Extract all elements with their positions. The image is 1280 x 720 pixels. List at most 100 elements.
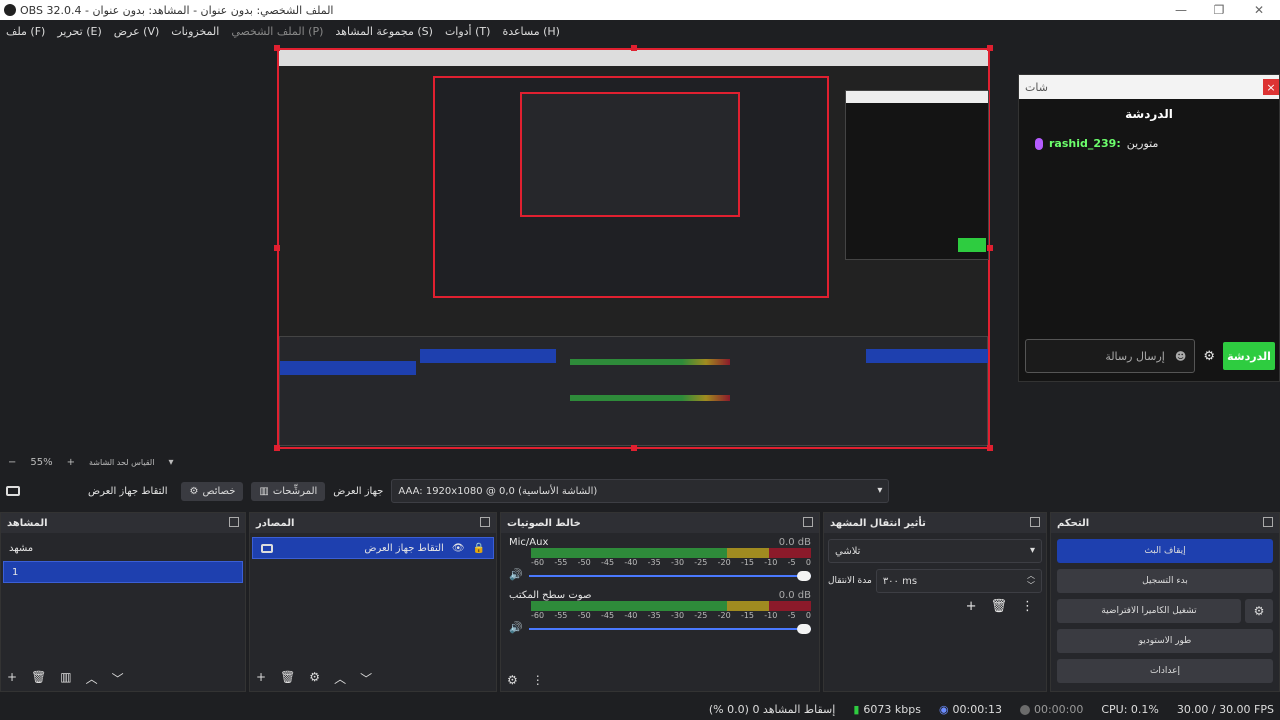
menu-file[interactable]: ملف (F) [6,25,45,38]
tick: -10 [764,558,778,567]
settings-button[interactable]: إعدادات [1057,659,1273,683]
gear-icon: ⚙ [189,485,199,497]
zoom-in-button[interactable]: + [67,457,75,468]
eye-icon[interactable]: 👁 [452,543,465,554]
volume-meter [531,601,811,611]
menu-edit[interactable]: تحرير (E) [57,25,101,38]
speaker-icon[interactable]: 🔊 [509,568,523,581]
filter-icon[interactable]: ▥ [60,670,71,687]
emoji-icon[interactable]: ☻ [1175,350,1186,363]
obs-logo-icon [4,4,16,16]
undock-icon[interactable] [1263,517,1273,527]
properties-label: خصائص [202,485,236,497]
resize-handle-t[interactable] [631,45,637,51]
transition-select[interactable]: تلاشي ▾ [828,539,1042,563]
virtual-camera-row: تشغيل الكاميرا الافتراضية ⚙ [1057,599,1273,623]
scene-item[interactable]: مشهد [1,537,245,559]
display-label: جهاز العرض [333,485,384,497]
trash-icon[interactable]: 🗑 [31,670,46,687]
undock-icon[interactable] [229,517,239,527]
mixer-dock: خالط الصوتيات Mic/Aux 0.0 dB -60 -55 -50 -4… [500,512,820,692]
move-down-icon[interactable]: ﹀ [360,670,372,687]
tick: -20 [717,611,731,620]
advanced-audio-icon[interactable]: ⚙ [507,673,518,687]
zoom-bar: − 55% + القياس لحد الشاشة ▾ [0,454,1280,470]
trash-icon[interactable]: 🗑 [280,670,295,687]
source-item[interactable]: التقاط جهاز العرض 👁 🔒 [252,537,494,559]
tick: -15 [740,611,755,620]
bitrate-value: 6073 kbps [863,702,921,716]
menu-help[interactable]: مساعدة (H) [502,25,560,38]
menu-docks[interactable]: المخزونات [171,25,219,38]
menu-profile[interactable]: الملف الشخصي (P) [231,25,323,38]
nested-preview-inner [520,92,740,217]
slider-knob[interactable] [797,624,811,634]
minimize-button[interactable]: — [1162,0,1200,20]
resize-handle-b[interactable] [631,445,637,451]
trash-icon[interactable]: 🗑 [990,599,1007,614]
menu-tools[interactable]: أدوات (T) [445,25,491,38]
fps-value: 30.00 / 30.00 FPS [1176,702,1274,716]
gear-icon[interactable]: ⚙ [309,670,320,687]
menu-dots-icon[interactable]: ⋮ [1021,599,1034,614]
nested-chat [845,90,989,260]
close-button[interactable]: ✕ [1240,0,1278,20]
undock-icon[interactable] [803,517,813,527]
sources-toolbar: + 🗑 ⚙ ︿ ﹀ [256,670,372,687]
record-icon [1019,704,1030,715]
move-up-icon[interactable]: ︿ [334,670,346,687]
undock-icon[interactable] [480,517,490,527]
studio-mode-button[interactable]: طور الاستوديو [1057,629,1273,653]
undock-icon[interactable] [1030,517,1040,527]
chat-send-button[interactable]: الدردشة [1223,342,1275,370]
add-icon[interactable]: + [256,670,266,687]
preview-canvas[interactable] [277,48,990,449]
slider-knob[interactable] [797,571,811,581]
resize-handle-bl[interactable] [274,445,280,451]
zoom-dropdown-icon[interactable]: ▾ [168,457,173,468]
menu-view[interactable]: عرض (V) [114,25,160,38]
menu-dots-icon[interactable]: ⋮ [532,673,544,687]
transitions-title: تأثير انتقال المشهد [830,517,926,529]
maximize-button[interactable]: ❐ [1200,0,1238,20]
volume-slider[interactable]: 🔊 [509,568,811,582]
dropped-frames: إسقاط المشاهد 0 (0.0 %) [708,702,836,716]
volume-slider[interactable]: 🔊 [509,621,811,635]
title-bar: OBS 32.0.4 - الملف الشخصي: بدون عنوان - … [0,0,1280,20]
display-select[interactable]: AAA: 1920x1080 @ 0,0 (الشاشة الأساسية) ▾ [391,479,890,503]
tick: -55 [554,611,568,620]
move-down-icon[interactable]: ﹀ [112,670,124,687]
resize-handle-tr[interactable] [987,45,993,51]
tick: -25 [694,611,708,620]
properties-button[interactable]: ⚙ خصائص [181,481,244,501]
duration-input[interactable]: ٣٠٠ ms ︿ ﹀ [875,569,1042,593]
spin-icon[interactable]: ︿ ﹀ [1027,571,1035,591]
filters-label: المرشِّحات [272,485,318,497]
speaker-icon[interactable]: 🔊 [509,621,523,634]
zoom-out-button[interactable]: − [8,457,16,468]
resize-handle-l[interactable] [274,245,280,251]
start-recording-button[interactable]: بدء التسجيل [1057,569,1273,593]
lock-icon[interactable]: 🔒 [473,543,485,554]
move-up-icon[interactable]: ︿ [86,670,98,687]
add-icon[interactable]: + [7,670,17,687]
scene-item-selected[interactable]: 1 [3,561,243,583]
chat-settings-icon[interactable]: ⚙ [1203,349,1215,364]
channel-name: Mic/Aux [509,537,549,548]
resize-handle-r[interactable] [987,245,993,251]
transition-value: تلاشي [835,545,861,557]
chat-input[interactable]: إرسال رسالة ☻ [1025,339,1196,373]
resize-handle-tl[interactable] [274,45,280,51]
resize-handle-br[interactable] [987,445,993,451]
tick: -45 [600,611,615,620]
chat-title: الدردشة [1125,107,1173,121]
chat-tab[interactable]: شات × [1019,75,1279,99]
add-icon[interactable]: + [966,599,977,614]
virtual-camera-settings-icon[interactable]: ⚙ [1245,599,1273,623]
stop-stream-button[interactable]: إيقاف البث [1057,539,1273,563]
filters-button[interactable]: ▥ المرشِّحات [251,481,326,501]
chat-close-icon[interactable]: × [1263,79,1279,95]
menu-scene-collection[interactable]: مجموعة المشاهد (S) [335,25,433,38]
tick: -5 [787,558,796,567]
virtual-camera-button[interactable]: تشغيل الكاميرا الافتراضية [1057,599,1241,623]
